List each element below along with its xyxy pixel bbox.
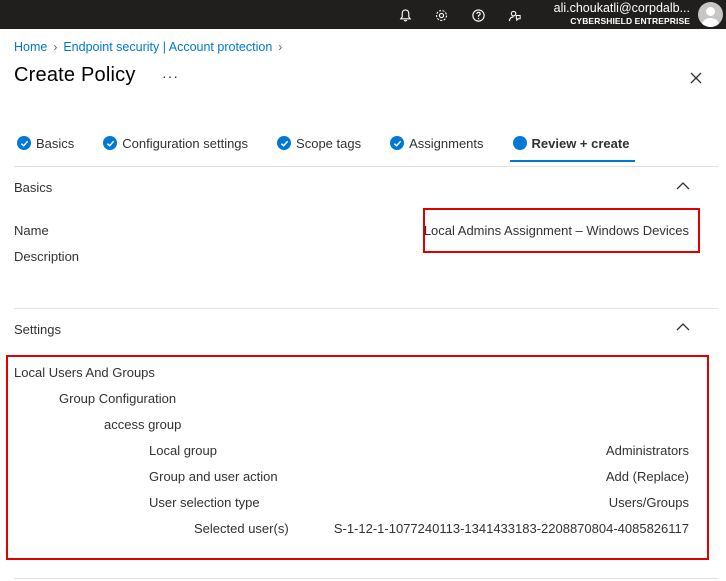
help-icon[interactable] bbox=[467, 4, 489, 26]
page-title: Create Policy bbox=[14, 64, 136, 86]
local-group-value: Administrators bbox=[605, 443, 689, 458]
checkmark-icon bbox=[390, 136, 405, 150]
top-bar: ali.choukatli@corpdalb... CYBERSHIELD EN… bbox=[0, 0, 726, 29]
settings-section-title: Settings bbox=[14, 322, 61, 337]
avatar-head bbox=[706, 7, 715, 16]
local-group-label: Local group bbox=[149, 443, 217, 458]
user-selection-type-label: User selection type bbox=[149, 495, 260, 510]
chevron-right-icon: › bbox=[278, 40, 283, 54]
user-selection-type-value: Users/Groups bbox=[608, 495, 689, 510]
breadcrumb: Home › Endpoint security | Account prote… bbox=[14, 40, 282, 54]
tab-configuration-settings[interactable]: Configuration settings bbox=[94, 130, 248, 156]
current-step-icon bbox=[512, 136, 527, 150]
avatar[interactable] bbox=[698, 2, 723, 27]
breadcrumb-current[interactable]: Endpoint security | Account protection bbox=[63, 40, 272, 54]
access-group-heading: access group bbox=[104, 417, 182, 432]
description-label: Description bbox=[14, 249, 80, 264]
close-icon[interactable] bbox=[688, 70, 704, 86]
wizard-tabs: Basics Configuration settings Scope tags… bbox=[14, 130, 655, 162]
tab-review-create[interactable]: Review + create bbox=[509, 130, 636, 162]
divider bbox=[14, 166, 718, 167]
tab-label: Scope tags bbox=[296, 135, 362, 151]
chevron-right-icon: › bbox=[53, 40, 58, 54]
account-tenant: CYBERSHIELD ENTREPRISE bbox=[570, 16, 690, 26]
checkmark-icon bbox=[277, 136, 292, 150]
group-user-action-label: Group and user action bbox=[149, 469, 278, 484]
feedback-icon[interactable] bbox=[503, 4, 525, 26]
basics-section-title: Basics bbox=[14, 180, 53, 195]
tab-label: Assignments bbox=[409, 135, 484, 151]
account-username: ali.choukatli@corpdalb... bbox=[553, 1, 690, 15]
group-configuration-heading: Group Configuration bbox=[59, 391, 177, 406]
chevron-up-icon[interactable] bbox=[676, 322, 690, 332]
chevron-up-icon[interactable] bbox=[676, 181, 690, 191]
divider bbox=[14, 308, 718, 309]
tab-label: Basics bbox=[36, 135, 75, 151]
more-options-button[interactable]: ··· bbox=[162, 68, 179, 84]
account-info[interactable]: ali.choukatli@corpdalb... CYBERSHIELD EN… bbox=[540, 1, 690, 27]
bell-icon[interactable] bbox=[394, 4, 416, 26]
avatar-body bbox=[702, 18, 719, 27]
name-label: Name bbox=[14, 223, 49, 238]
group-user-action-value: Add (Replace) bbox=[605, 469, 689, 484]
tab-assignments[interactable]: Assignments bbox=[381, 130, 484, 156]
checkmark-icon bbox=[17, 136, 31, 150]
divider bbox=[14, 578, 718, 579]
tab-scope-tags[interactable]: Scope tags bbox=[268, 130, 361, 156]
tab-label: Configuration settings bbox=[122, 135, 249, 151]
tab-basics[interactable]: Basics bbox=[8, 130, 74, 156]
checkmark-icon bbox=[103, 136, 118, 150]
local-users-groups-heading: Local Users And Groups bbox=[14, 365, 155, 380]
name-value: Local Admins Assignment – Windows Device… bbox=[423, 223, 689, 238]
selected-users-value: S-1-12-1-1077240113-1341433183-220887080… bbox=[333, 521, 689, 536]
breadcrumb-home[interactable]: Home bbox=[14, 40, 47, 54]
selected-users-label: Selected user(s) bbox=[194, 521, 289, 536]
tab-label: Review + create bbox=[531, 135, 630, 151]
gear-icon[interactable] bbox=[430, 4, 452, 26]
